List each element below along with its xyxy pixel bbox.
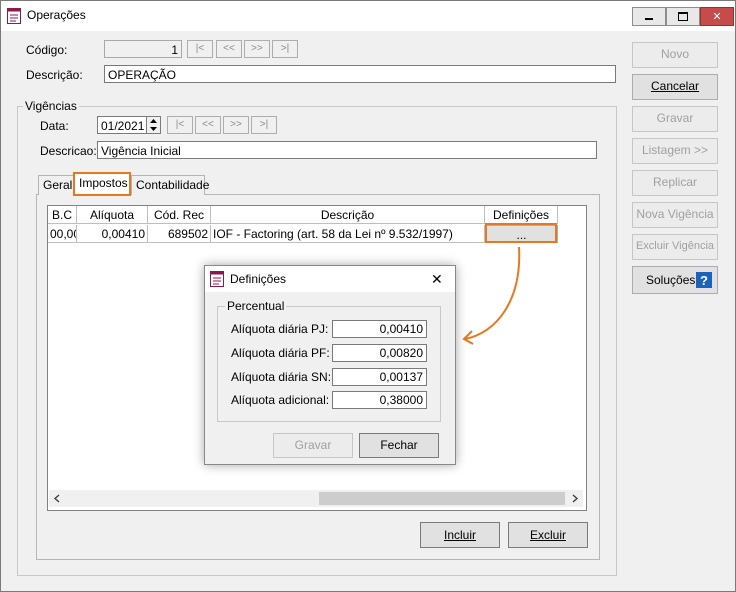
data-input[interactable]: 01/2021 (97, 116, 147, 134)
spin-down-icon (150, 127, 157, 131)
header-aliquota: Alíquota (77, 206, 148, 224)
gravar-button[interactable]: Gravar (632, 106, 718, 132)
replicar-button[interactable]: Replicar (632, 170, 718, 196)
excluir-button[interactable]: Excluir (508, 522, 588, 548)
aliquota-pj-input[interactable]: 0,00410 (332, 320, 427, 338)
aliquota-pj-label: Alíquota diária PJ: (231, 322, 329, 336)
dialog-fechar-button[interactable]: Fechar (359, 433, 439, 458)
grid-horizontal-scrollbar[interactable] (49, 490, 583, 507)
header-descricao: Descrição (211, 206, 485, 224)
scroll-thumb[interactable] (319, 492, 565, 505)
scroll-left-icon (53, 494, 60, 503)
tab-geral[interactable]: Geral (38, 175, 74, 195)
codigo-input[interactable]: 1 (104, 40, 182, 58)
tab-contabilidade[interactable]: Contabilidade (131, 175, 209, 195)
solucoes-button[interactable]: Soluções ? (632, 266, 718, 294)
dialog-close-icon[interactable]: ✕ (431, 271, 443, 288)
cell-descricao[interactable]: IOF - Factoring (art. 58 da Lei nº 9.532… (211, 225, 485, 243)
tab-impostos-highlight (73, 172, 131, 196)
vig-descricao-input[interactable]: Vigência Inicial (97, 141, 597, 159)
codigo-label: Código: (26, 43, 68, 57)
dialog-title-bar: Definições ✕ (205, 266, 455, 292)
cell-bc[interactable]: 00,00 (48, 225, 77, 243)
novo-button[interactable]: Novo (632, 42, 718, 68)
cell-aliquota[interactable]: 0,00410 (77, 225, 148, 243)
nav-first-button[interactable]: |< (187, 40, 213, 58)
percentual-group-title: Percentual (225, 299, 287, 313)
close-icon: ✕ (712, 11, 722, 23)
annotation-arrow-icon (462, 246, 521, 345)
vig-nav-prev-button[interactable]: << (195, 116, 221, 134)
spin-up-icon (150, 119, 157, 123)
svg-text:?: ? (700, 273, 708, 288)
nav-prev-button[interactable]: << (216, 40, 242, 58)
data-spinner[interactable] (146, 116, 161, 134)
vig-nav-next-button[interactable]: >> (223, 116, 249, 134)
title-bar: Operações ✕ (1, 1, 735, 31)
header-cod-rec: Cód. Rec (148, 206, 211, 224)
nav-next-button[interactable]: >> (244, 40, 270, 58)
scroll-right-icon (572, 494, 579, 503)
nav-last-button[interactable]: >| (272, 40, 298, 58)
minimize-button[interactable] (632, 7, 666, 26)
vig-nav-first-button[interactable]: |< (167, 116, 193, 134)
document-icon (210, 271, 224, 287)
minimize-icon (645, 18, 653, 20)
close-button[interactable]: ✕ (700, 7, 734, 26)
aliquota-sn-label: Alíquota diária SN: (231, 370, 332, 384)
help-icon: ? (696, 272, 712, 288)
aliquota-adicional-input[interactable]: 0,38000 (332, 391, 427, 409)
operacoes-window: Operações ✕ Código: 1 |< << >> >| Descri… (0, 0, 736, 592)
excluir-vigencia-button[interactable]: Excluir Vigência (632, 234, 718, 260)
definicoes-highlight (485, 223, 557, 243)
header-bc: B.C (48, 206, 77, 224)
cancelar-button[interactable]: Cancelar (632, 74, 718, 100)
vig-nav-last-button[interactable]: >| (251, 116, 277, 134)
document-icon (7, 8, 21, 24)
incluir-button[interactable]: Incluir (420, 522, 500, 548)
maximize-icon (678, 12, 688, 21)
window-title: Operações (27, 8, 86, 22)
dialog-title: Definições (230, 272, 287, 286)
descricao-label: Descrição: (26, 68, 83, 82)
descricao-input[interactable]: OPERAÇÃO (104, 65, 616, 83)
excluir-label: Excluir (529, 528, 566, 542)
data-label: Data: (40, 119, 69, 133)
nova-vigencia-button[interactable]: Nova Vigência (632, 202, 718, 228)
cancelar-label: Cancelar (650, 79, 700, 93)
incluir-label: Incluir (443, 528, 476, 542)
aliquota-sn-input[interactable]: 0,00137 (332, 368, 427, 386)
aliquota-adicional-label: Alíquota adicional: (231, 393, 330, 407)
aliquota-pf-input[interactable]: 0,00820 (332, 344, 427, 362)
solucoes-label: Soluções (646, 273, 696, 287)
cell-cod-rec[interactable]: 689502 (148, 225, 211, 243)
vigencias-group-title: Vigências (23, 99, 79, 113)
definicoes-dialog: Definições ✕ Percentual Alíquota diária … (204, 265, 456, 465)
maximize-button[interactable] (666, 7, 700, 26)
listagem-button[interactable]: Listagem >> (632, 138, 718, 164)
header-definicoes: Definições (485, 206, 558, 224)
dialog-gravar-button[interactable]: Gravar (273, 433, 353, 458)
aliquota-pf-label: Alíquota diária PF: (231, 346, 330, 360)
vig-descricao-label: Descricao: (40, 144, 97, 158)
